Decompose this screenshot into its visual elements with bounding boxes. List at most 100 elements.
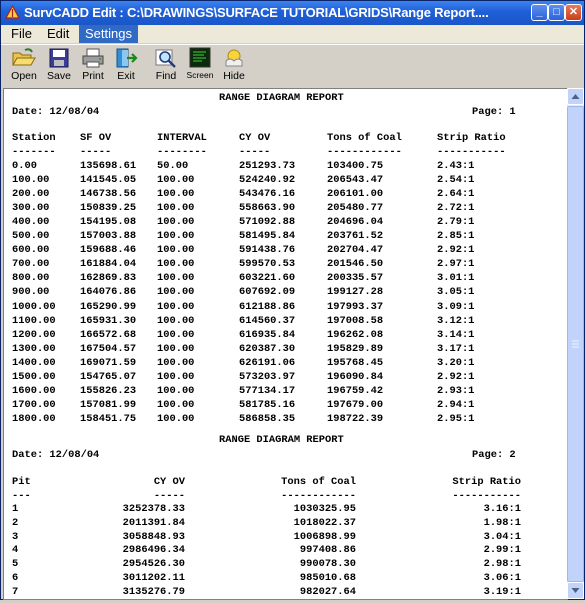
table-cell: 577134.17: [239, 384, 296, 397]
hide-icon: [225, 49, 243, 67]
menu-file[interactable]: File: [5, 25, 38, 43]
table-cell: 100.00: [157, 202, 195, 215]
table-cell: 6: [12, 572, 19, 584]
table-cell: 0.00: [12, 160, 37, 172]
report1-page: Page: 1: [472, 106, 516, 118]
table-cell: 2.54:1: [437, 174, 475, 187]
table-cell: 800.00: [12, 272, 50, 285]
table-cell: 100.00: [157, 258, 195, 271]
table-cell: 2.85:1: [437, 230, 475, 243]
printer-icon: [82, 48, 104, 68]
table-cell: 3.04:1: [483, 530, 521, 543]
print-button[interactable]: Print: [76, 47, 110, 87]
vertical-scrollbar[interactable]: [567, 88, 584, 599]
table-cell: 3.14:1: [437, 328, 475, 341]
screen-button[interactable]: Screen: [183, 47, 217, 87]
table-cell: 1018022.37: [293, 516, 356, 529]
table-cell: 591438.76: [239, 244, 296, 257]
open-button[interactable]: Open: [7, 47, 41, 87]
title-bar[interactable]: SurvCADD Edit : C:\DRAWINGS\SURFACE TUTO…: [1, 1, 584, 25]
column-header: CY OV: [153, 476, 185, 488]
table-cell: 2: [12, 516, 19, 529]
arrow-down-icon: [571, 588, 580, 593]
table-cell: 614560.37: [239, 314, 296, 327]
table-cell: 543476.16: [239, 188, 296, 201]
close-button[interactable]: ✕: [565, 4, 582, 21]
table-cell: 600.00: [12, 244, 50, 257]
table-cell: 1700.00: [12, 398, 56, 411]
table-cell: 3.05:1: [437, 286, 475, 299]
table-cell: 300.00: [12, 202, 50, 215]
find-button[interactable]: Find: [149, 47, 183, 87]
table-cell: 100.00: [157, 398, 195, 411]
table-cell: 167504.57: [80, 342, 137, 355]
table-cell: 100.00: [157, 188, 195, 201]
table-cell: 100.00: [157, 216, 195, 229]
table-cell: 195768.45: [327, 356, 384, 369]
column-header: Station: [12, 132, 56, 144]
save-button[interactable]: Save: [42, 47, 76, 87]
table-cell: 100.00: [157, 174, 195, 187]
table-cell: 150839.25: [80, 202, 137, 215]
column-header: Tons of Coal: [327, 132, 402, 144]
table-cell: 599570.53: [239, 258, 296, 271]
table-cell: 154765.07: [80, 370, 137, 383]
scroll-thumb[interactable]: [567, 106, 584, 582]
table-cell: 164076.86: [80, 286, 137, 299]
table-cell: 573203.97: [239, 370, 296, 383]
table-cell: 157003.88: [80, 230, 137, 243]
table-cell: 3252378.33: [122, 503, 185, 515]
table-cell: 1006898.99: [293, 530, 356, 543]
report-text-area[interactable]: RANGE DIAGRAM REPORT Date: 12/08/04 Page…: [3, 88, 568, 600]
column-header: SF OV: [80, 132, 112, 144]
exit-door-icon: [116, 48, 138, 68]
table-cell: 3.19:1: [483, 585, 521, 598]
table-cell: 166572.68: [80, 328, 137, 341]
save-label: Save: [47, 70, 71, 82]
table-cell: 197993.37: [327, 300, 384, 313]
hide-button[interactable]: Hide: [217, 47, 251, 87]
table-cell: 700.00: [12, 258, 50, 271]
column-header: Pit: [12, 476, 31, 488]
table-cell: 197679.00: [327, 398, 384, 411]
table-cell: 581495.84: [239, 230, 296, 243]
table-cell: 5: [12, 558, 19, 571]
exit-button[interactable]: Exit: [109, 47, 143, 87]
table-cell: 204696.04: [327, 216, 384, 229]
menu-settings[interactable]: Settings: [79, 25, 138, 43]
header-underline: -------: [12, 146, 56, 158]
scroll-down-button[interactable]: [567, 582, 584, 599]
table-cell: 990078.30: [299, 558, 356, 571]
minimize-button[interactable]: _: [531, 4, 548, 21]
menu-edit[interactable]: Edit: [41, 25, 75, 43]
table-cell: 158451.75: [80, 412, 137, 425]
table-cell: 581785.16: [239, 398, 296, 411]
table-cell: 146738.56: [80, 188, 137, 201]
table-cell: 1200.00: [12, 328, 56, 341]
table-cell: 1000.00: [12, 300, 56, 313]
table-cell: 2.99:1: [483, 544, 521, 557]
table-cell: 3.09:1: [437, 300, 475, 313]
header-underline: ------------: [281, 490, 356, 502]
table-cell: 985010.68: [299, 572, 356, 584]
table-cell: 201546.50: [327, 258, 384, 271]
table-cell: 612188.86: [239, 300, 296, 313]
header-underline: -----------: [452, 490, 521, 502]
table-cell: 196090.84: [327, 370, 384, 383]
magnifier-icon: [155, 49, 176, 68]
table-cell: 900.00: [12, 286, 50, 299]
maximize-button[interactable]: □: [548, 4, 565, 21]
table-cell: 1100.00: [12, 314, 56, 327]
table-cell: 7: [12, 585, 19, 598]
table-cell: 141545.05: [80, 174, 137, 187]
table-cell: 3011202.11: [122, 572, 185, 584]
scroll-up-button[interactable]: [567, 88, 584, 105]
table-cell: 1.98:1: [483, 516, 521, 529]
table-cell: 3135276.79: [122, 585, 185, 598]
window-title: SurvCADD Edit : C:\DRAWINGS\SURFACE TUTO…: [24, 5, 489, 20]
table-cell: 100.00: [157, 272, 195, 285]
table-cell: 100.00: [157, 412, 195, 425]
table-cell: 100.00: [157, 314, 195, 327]
header-underline: ---: [12, 490, 31, 502]
table-cell: 1300.00: [12, 342, 56, 355]
